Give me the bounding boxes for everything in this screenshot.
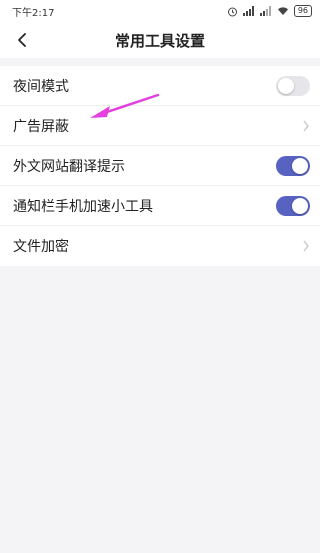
status-icons: 96: [227, 5, 312, 17]
accelerator-widget-toggle[interactable]: [276, 195, 310, 216]
status-bar: 下午2:17 96: [0, 0, 320, 22]
setting-label: 文件加密: [13, 239, 69, 255]
setting-label: 广告屏蔽: [13, 118, 69, 135]
toggle-knob: [292, 197, 308, 214]
top-nav: 常用工具设置: [0, 22, 320, 58]
night-mode-toggle[interactable]: [276, 75, 310, 96]
chevron-left-icon: [16, 32, 28, 48]
toggle-knob: [292, 157, 308, 174]
translate-hint-toggle[interactable]: [276, 155, 310, 176]
signal-icon: [259, 6, 272, 16]
signal-icon: [242, 6, 255, 16]
back-button[interactable]: [8, 22, 36, 58]
setting-row-ad-block[interactable]: 广告屏蔽: [0, 106, 320, 146]
setting-row-file-encrypt[interactable]: 文件加密: [0, 226, 320, 266]
toggle-knob: [278, 77, 294, 94]
setting-row-accelerator-widget[interactable]: 通知栏手机加速小工具: [0, 186, 320, 226]
setting-label: 夜间模式: [13, 78, 69, 95]
chevron-right-icon: [302, 240, 310, 252]
setting-row-night-mode[interactable]: 夜间模式: [0, 66, 320, 106]
chevron-right-icon: [302, 120, 310, 132]
alarm-icon: [227, 6, 238, 17]
setting-row-translate-hint[interactable]: 外文网站翻译提示: [0, 146, 320, 186]
wifi-icon: [277, 6, 289, 16]
page-title: 常用工具设置: [114, 31, 205, 50]
section-gap: [0, 58, 320, 66]
battery-icon: 96: [293, 5, 312, 17]
setting-label: 外文网站翻译提示: [13, 158, 125, 175]
settings-list: 夜间模式 广告屏蔽 外文网站翻译提示 通知栏手机加速小工具 文件加密: [0, 66, 320, 266]
setting-label: 通知栏手机加速小工具: [13, 198, 153, 215]
status-time: 下午2:17: [12, 7, 55, 19]
